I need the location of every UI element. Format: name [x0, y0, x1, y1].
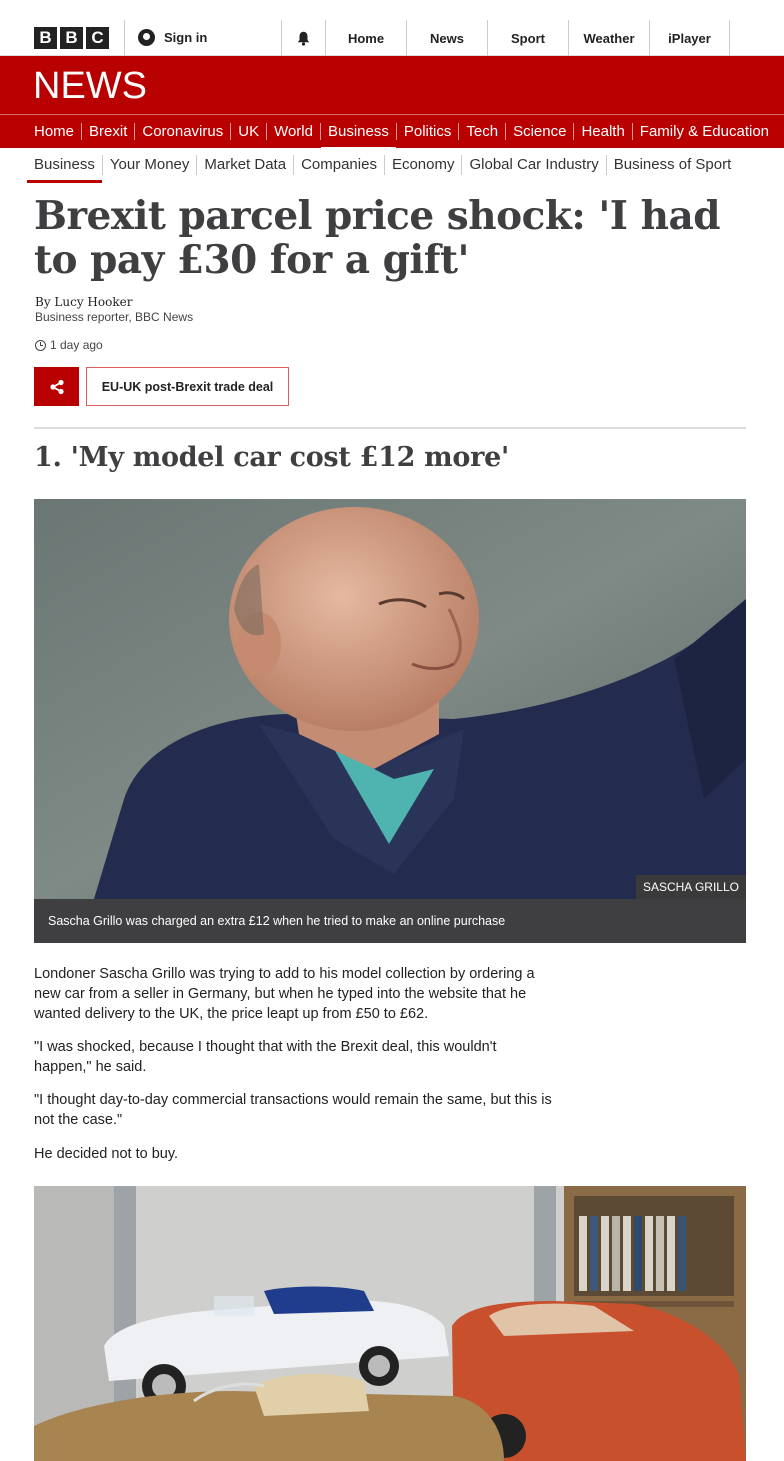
top-nav-sport[interactable]: Sport	[487, 20, 568, 56]
sub-nav: Business Your Money Market Data Companie…	[27, 153, 739, 183]
sub-nav-your-money[interactable]: Your Money	[101, 155, 197, 175]
divider	[124, 20, 125, 56]
sub-nav-global-car-industry[interactable]: Global Car Industry	[461, 155, 605, 175]
author-name: By Lucy Hooker	[35, 295, 133, 309]
top-nav: Home News Sport Weather iPlayer	[325, 20, 730, 56]
main-nav-world[interactable]: World	[266, 123, 320, 140]
user-icon	[138, 29, 155, 46]
main-nav-coronavirus[interactable]: Coronavirus	[134, 123, 230, 140]
paragraph: Londoner Sascha Grillo was trying to add…	[34, 966, 535, 1022]
author-role: Business reporter, BBC News	[35, 310, 194, 324]
main-nav-science[interactable]: Science	[505, 123, 573, 140]
share-button[interactable]	[34, 367, 79, 406]
sub-nav-business[interactable]: Business	[27, 155, 102, 183]
main-nav-brexit[interactable]: Brexit	[81, 123, 134, 140]
logo-letter: C	[86, 27, 109, 49]
sub-nav-market-data[interactable]: Market Data	[196, 155, 293, 175]
main-nav-uk[interactable]: UK	[230, 123, 266, 140]
main-nav-health[interactable]: Health	[573, 123, 631, 140]
notifications-button[interactable]	[282, 20, 325, 56]
news-logo[interactable]: NEWS	[33, 66, 147, 106]
paragraph: He decided not to buy.	[34, 1146, 179, 1162]
section-heading: 1. 'My model car cost £12 more'	[34, 442, 509, 473]
main-nav-home[interactable]: Home	[27, 123, 81, 140]
top-nav-weather[interactable]: Weather	[568, 20, 649, 56]
logo-letter: B	[60, 27, 83, 49]
article-image-sascha-grillo: SASCHA GRILLO	[34, 499, 746, 899]
logo-letter: B	[34, 27, 57, 49]
sub-nav-companies[interactable]: Companies	[293, 155, 384, 175]
top-nav-news[interactable]: News	[406, 20, 487, 56]
main-nav-business[interactable]: Business	[319, 123, 396, 150]
paragraph: "I thought day-to-day commercial transac…	[34, 1092, 552, 1128]
main-nav-politics[interactable]: Politics	[395, 123, 459, 140]
main-nav-tech[interactable]: Tech	[458, 123, 505, 140]
article-image-model-cars	[34, 1186, 746, 1461]
paragraph: "I was shocked, because I thought that w…	[34, 1039, 497, 1075]
sub-nav-economy[interactable]: Economy	[383, 155, 462, 175]
top-bar: B B C Sign in Home News Sport Weather iP…	[0, 0, 784, 56]
bbc-logo[interactable]: B B C	[34, 27, 109, 49]
sign-in-link[interactable]: Sign in	[138, 29, 207, 46]
sign-in-label: Sign in	[164, 30, 208, 45]
timestamp: 1 day ago	[35, 338, 103, 352]
divider	[34, 427, 746, 429]
topic-tag-link[interactable]: EU-UK post-Brexit trade deal	[86, 367, 289, 406]
share-icon	[49, 379, 64, 394]
photo-illustration	[34, 1186, 746, 1461]
image-credit: SASCHA GRILLO	[635, 875, 746, 899]
timestamp-text: 1 day ago	[50, 338, 103, 352]
top-nav-iplayer[interactable]: iPlayer	[649, 20, 730, 56]
main-nav-family-education[interactable]: Family & Education	[631, 123, 776, 140]
top-nav-home[interactable]: Home	[325, 20, 406, 56]
article-headline: Brexit parcel price shock: 'I had to pay…	[34, 193, 721, 283]
sub-nav-business-of-sport[interactable]: Business of Sport	[605, 155, 739, 175]
clock-icon	[35, 339, 46, 351]
image-caption: Sascha Grillo was charged an extra £12 w…	[34, 899, 746, 943]
main-nav: Home Brexit Coronavirus UK World Busines…	[0, 114, 784, 150]
photo-illustration	[34, 499, 746, 899]
bell-icon	[297, 31, 310, 46]
